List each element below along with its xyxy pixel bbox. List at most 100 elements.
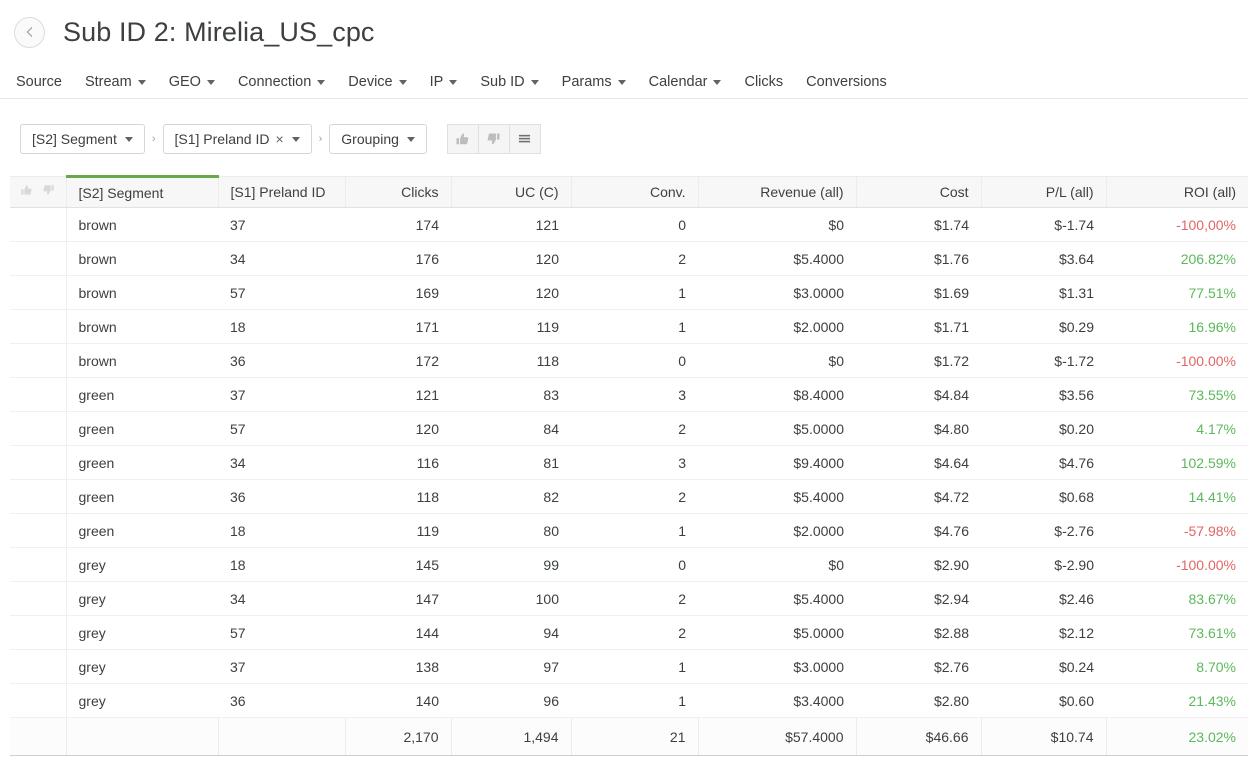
column-header-revenue[interactable]: Revenue (all) <box>698 176 857 208</box>
row-cell-cost: $1.69 <box>856 275 981 310</box>
column-header-cost[interactable]: Cost <box>856 176 982 208</box>
totals-roi: 23.02% <box>1106 717 1248 756</box>
row-vote-cell[interactable] <box>10 241 67 276</box>
nav-item-params[interactable]: Params <box>562 74 640 90</box>
row-cell-pl: $3.64 <box>981 241 1106 276</box>
row-cell-conv: 3 <box>571 445 698 480</box>
row-cell-preland-id: 57 <box>218 411 345 446</box>
nav-item-calendar[interactable]: Calendar <box>649 74 736 90</box>
table-row[interactable]: green 57 120 84 2 $5.0000 $4.80 $0.20 4.17% <box>10 411 1248 446</box>
table-menu-button[interactable] <box>508 124 541 154</box>
row-vote-cell[interactable] <box>10 309 67 344</box>
table-row[interactable]: grey 37 138 97 1 $3.0000 $2.76 $0.24 8.70% <box>10 649 1248 684</box>
nav-item-source[interactable]: Source <box>16 74 76 90</box>
nav-item-stream[interactable]: Stream <box>85 74 160 90</box>
nav-item-device[interactable]: Device <box>348 74 420 90</box>
page-title: Sub ID 2: Mirelia_US_cpc <box>63 16 375 47</box>
section-nav: Source Stream GEO Connection Device IP S… <box>0 52 1248 99</box>
row-cell-clicks: 176 <box>345 241 451 276</box>
chip-label: [S2] Segment <box>32 131 117 147</box>
table-row[interactable]: brown 57 169 120 1 $3.0000 $1.69 $1.31 77.51% <box>10 275 1248 310</box>
table-row[interactable]: green 37 121 83 3 $8.4000 $4.84 $3.56 73.55% <box>10 377 1248 412</box>
column-header-pl[interactable]: P/L (all) <box>981 176 1107 208</box>
segment-s1-selector[interactable]: [S1] Preland ID × <box>162 124 312 154</box>
table-row[interactable]: grey 34 147 100 2 $5.4000 $2.94 $2.46 83.67% <box>10 581 1248 616</box>
row-cell-roi: 77.51% <box>1106 275 1248 310</box>
row-cell-conv: 3 <box>571 377 698 412</box>
nav-item-sub-id[interactable]: Sub ID <box>480 74 552 90</box>
row-vote-cell[interactable] <box>10 615 67 650</box>
thumbs-up-icon[interactable] <box>20 184 33 197</box>
nav-item-conversions[interactable]: Conversions <box>806 74 901 90</box>
row-cell-uc: 96 <box>451 683 571 718</box>
row-cell-clicks: 144 <box>345 615 451 650</box>
close-icon[interactable]: × <box>275 132 283 146</box>
table-row[interactable]: green 34 116 81 3 $9.4000 $4.64 $4.76 102.59% <box>10 445 1248 480</box>
row-cell-roi: 83.67% <box>1106 581 1248 616</box>
table-row[interactable]: green 36 118 82 2 $5.4000 $4.72 $0.68 14.41% <box>10 479 1248 514</box>
row-cell-clicks: 171 <box>345 309 451 344</box>
nav-item-label: Params <box>561 74 612 90</box>
chevron-down-icon <box>617 79 626 85</box>
row-cell-roi: 4.17% <box>1106 411 1248 446</box>
row-cell-conv: 2 <box>571 241 698 276</box>
table-row[interactable]: grey 36 140 96 1 $3.4000 $2.80 $0.60 21.43% <box>10 683 1248 718</box>
table-row[interactable]: brown 36 172 118 0 $0 $1.72 $-1.72 -100.00% <box>10 343 1248 378</box>
row-vote-cell[interactable] <box>10 649 67 684</box>
row-vote-cell[interactable] <box>10 207 67 242</box>
row-cell-conv: 1 <box>571 513 698 548</box>
row-cell-pl: $-1.72 <box>981 343 1106 378</box>
row-cell-clicks: 121 <box>345 377 451 412</box>
thumbs-down-icon[interactable] <box>42 184 55 197</box>
table-row[interactable]: green 18 119 80 1 $2.0000 $4.76 $-2.76 -57.98% <box>10 513 1248 548</box>
row-cell-pl: $4.76 <box>981 445 1106 480</box>
nav-item-connection[interactable]: Connection <box>238 74 339 90</box>
nav-item-label: Source <box>16 74 62 90</box>
row-vote-cell[interactable] <box>10 581 67 616</box>
row-cell-preland-id: 34 <box>218 241 345 276</box>
row-cell-clicks: 147 <box>345 581 451 616</box>
row-cell-cost: $1.74 <box>856 207 981 242</box>
vote-down-button[interactable] <box>477 124 510 154</box>
row-cell-clicks: 169 <box>345 275 451 310</box>
row-vote-cell[interactable] <box>10 513 67 548</box>
row-cell-pl: $0.29 <box>981 309 1106 344</box>
segment-s2-selector[interactable]: [S2] Segment <box>20 124 145 154</box>
column-header-uc[interactable]: UC (C) <box>451 176 572 208</box>
row-vote-cell[interactable] <box>10 377 67 412</box>
table-row[interactable]: grey 18 145 99 0 $0 $2.90 $-2.90 -100.00% <box>10 547 1248 582</box>
row-cell-revenue: $5.0000 <box>698 615 856 650</box>
row-cell-uc: 94 <box>451 615 571 650</box>
row-cell-conv: 1 <box>571 683 698 718</box>
nav-item-ip[interactable]: IP <box>430 74 472 90</box>
row-cell-preland-id: 37 <box>218 649 345 684</box>
table-row[interactable]: brown 34 176 120 2 $5.4000 $1.76 $3.64 206.82% <box>10 241 1248 276</box>
column-header-preland-id[interactable]: [S1] Preland ID <box>218 176 346 208</box>
column-header-roi[interactable]: ROI (all) <box>1106 176 1248 208</box>
back-button[interactable] <box>14 16 45 48</box>
row-cell-pl: $0.24 <box>981 649 1106 684</box>
row-vote-cell[interactable] <box>10 411 67 446</box>
nav-item-geo[interactable]: GEO <box>169 74 229 90</box>
grouping-selector[interactable]: Grouping <box>329 124 427 154</box>
row-vote-cell[interactable] <box>10 479 67 514</box>
row-vote-cell[interactable] <box>10 547 67 582</box>
row-cell-pl: $-2.90 <box>981 547 1106 582</box>
table-row[interactable]: grey 57 144 94 2 $5.0000 $2.88 $2.12 73.61% <box>10 615 1248 650</box>
vote-up-button[interactable] <box>446 124 479 154</box>
table-row[interactable]: brown 37 174 121 0 $0 $1.74 $-1.74 -100,00% <box>10 207 1248 242</box>
row-cell-preland-id: 18 <box>218 513 345 548</box>
table-body: brown 37 174 121 0 $0 $1.74 $-1.74 -100,00% brown… <box>10 207 1248 718</box>
column-header-conv[interactable]: Conv. <box>571 176 699 208</box>
thumbs-up-icon <box>456 132 469 144</box>
row-vote-cell[interactable] <box>10 683 67 718</box>
column-header-clicks[interactable]: Clicks <box>345 176 452 208</box>
nav-item-label: Device <box>348 74 393 90</box>
column-header-segment[interactable]: [S2] Segment <box>66 175 219 208</box>
row-vote-cell[interactable] <box>10 343 67 378</box>
row-cell-segment: grey <box>65 547 218 582</box>
row-vote-cell[interactable] <box>10 445 67 480</box>
row-vote-cell[interactable] <box>10 275 67 310</box>
nav-item-clicks[interactable]: Clicks <box>744 74 797 90</box>
table-row[interactable]: brown 18 171 119 1 $2.0000 $1.71 $0.29 16.96% <box>10 309 1248 344</box>
